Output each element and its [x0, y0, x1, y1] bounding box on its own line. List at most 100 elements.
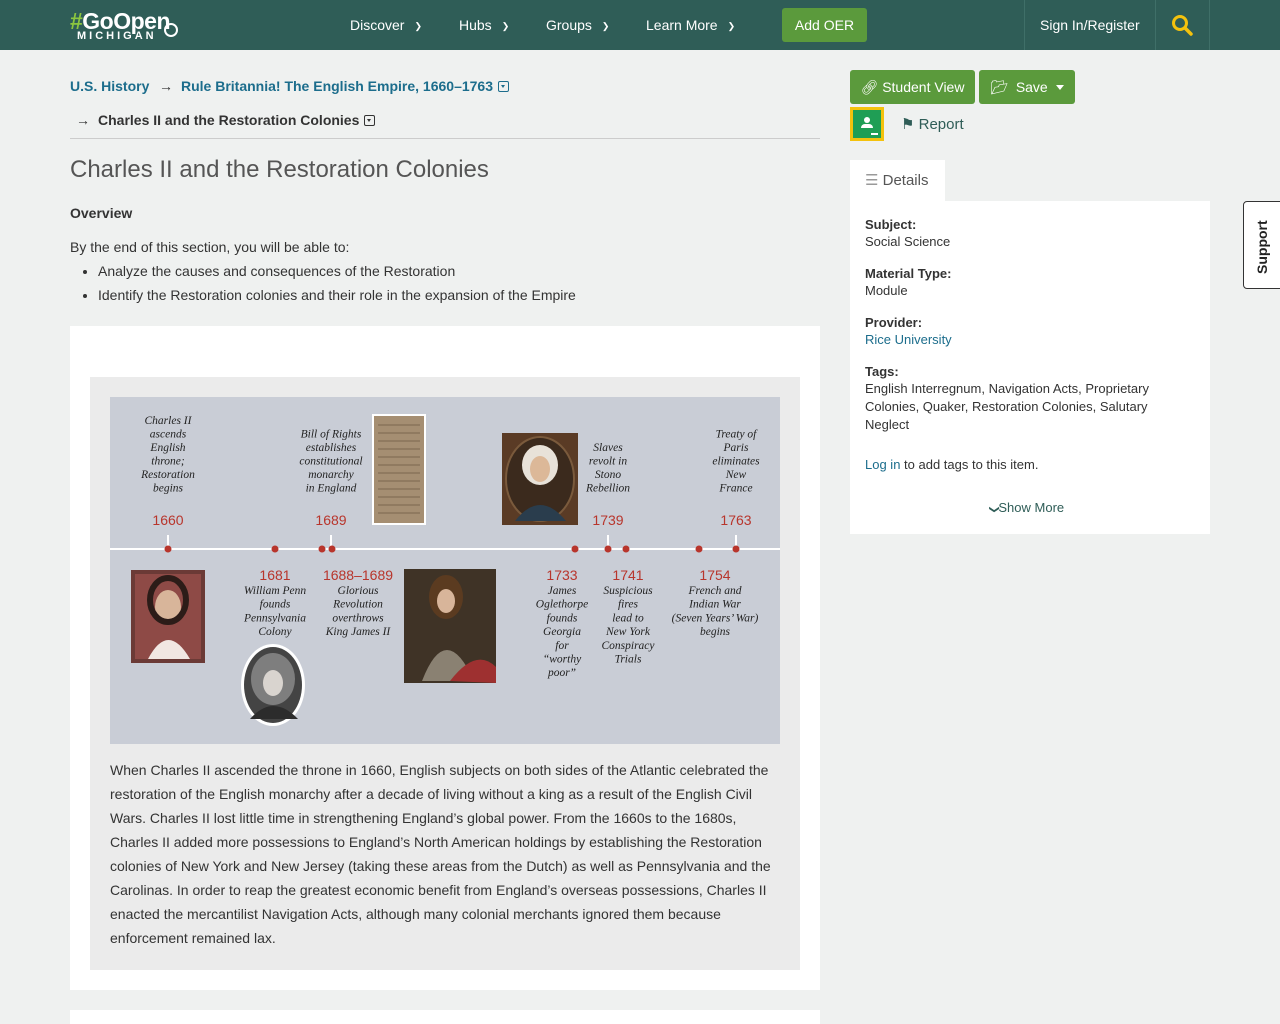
timeline-event-text: English — [149, 442, 185, 454]
nav-groups[interactable]: Groups ❯ — [546, 0, 609, 50]
timeline-event-text: poor” — [547, 667, 576, 679]
timeline-event-text: establishes — [306, 442, 357, 454]
timeline-dot — [328, 545, 336, 553]
timeline-event-text: Charles II — [145, 415, 193, 427]
figure-caption: When Charles II ascended the throne in 1… — [110, 762, 771, 946]
subject-label: Subject: — [865, 217, 917, 232]
material-type-label: Material Type: — [865, 266, 952, 281]
nav-divider — [1155, 0, 1156, 50]
provider-link[interactable]: Rice University — [865, 331, 1165, 349]
timeline-event-text: constitutional — [299, 456, 362, 468]
nav-learn-more[interactable]: Learn More ❯ — [646, 0, 735, 50]
timeline-event-text: Rebellion — [585, 483, 630, 495]
document-bill-of-rights-image — [372, 414, 426, 525]
support-tab[interactable]: Support — [1243, 201, 1280, 289]
student-view-button[interactable]: 🔗︎ Student View — [850, 70, 975, 104]
timeline-event-text: ascends — [150, 429, 187, 441]
tab-details[interactable]: ☰ Details — [850, 160, 945, 201]
nav-hubs[interactable]: Hubs ❯ — [459, 0, 509, 50]
chevron-down-icon: ❯ — [414, 21, 423, 31]
intro-text: By the end of this section, you will be … — [70, 239, 350, 255]
timeline-event-text: Glorious — [338, 585, 379, 597]
show-more-button[interactable]: ❯Show More — [988, 500, 1064, 515]
timeline-event-text: “worthy — [543, 654, 582, 666]
dropdown-toggle-icon[interactable] — [498, 81, 509, 92]
timeline-event-text: Georgia — [543, 626, 581, 638]
timeline-event-text: New — [725, 469, 747, 481]
login-to-tag: Log in to add tags to this item. — [865, 457, 1039, 472]
logo-ring-icon — [164, 23, 178, 37]
flag-icon: ⚑ — [901, 116, 915, 133]
timeline-event-text: New York — [605, 626, 651, 638]
timeline-event-text: Indian War — [688, 599, 741, 611]
breadcrumb-us-history[interactable]: U.S. History — [70, 78, 149, 94]
logo-subtitle: MICHIGAN — [77, 30, 157, 42]
save-button[interactable]: 📂︎ Save — [979, 70, 1075, 104]
timeline-event-text: Slaves — [593, 442, 623, 454]
timeline-dot — [318, 545, 326, 553]
timeline-year-label: 1741 — [612, 567, 643, 583]
provider-label: Provider: — [865, 315, 923, 330]
tags-value: English Interregnum, Navigation Acts, Pr… — [865, 381, 1149, 432]
portrait-james-ii-image — [404, 569, 496, 683]
portrait-oglethorpe-image — [502, 433, 578, 525]
timeline-event-text: Revolution — [332, 599, 383, 611]
timeline-event-text: throne; — [151, 456, 185, 468]
link-icon: 🔗︎ — [860, 79, 879, 95]
timeline-event-text: founds — [547, 612, 578, 624]
timeline-year-label: 1739 — [592, 512, 623, 528]
report-link[interactable]: ⚑ Report — [901, 115, 964, 133]
timeline-event-text: lead to — [612, 612, 644, 624]
nav-divider — [1024, 0, 1025, 50]
sign-in-register-link[interactable]: Sign In/Register — [1040, 0, 1140, 50]
timeline-figure: Charles II ascendsEnglish throne;Restorati… — [110, 397, 780, 744]
goopen-michigan-logo[interactable]: #GoOpen MICHIGAN — [70, 8, 180, 44]
timeline-event-text: Oglethorpe — [536, 599, 588, 611]
list-item: Analyze the causes and consequences of t… — [98, 263, 576, 287]
search-icon[interactable] — [1170, 13, 1194, 37]
breadcrumb-rule-britannia[interactable]: Rule Britannia! The English Empire, 1660… — [181, 78, 509, 94]
timeline-year-label: 1688–1689 — [323, 567, 393, 583]
timeline-dot — [164, 545, 172, 553]
timeline-event-text: Treaty of — [716, 429, 759, 441]
breadcrumb-current[interactable]: Charles II and the Restoration Colonies — [98, 112, 376, 128]
timeline-event-text: for — [555, 640, 569, 652]
portrait-william-penn-image — [241, 644, 305, 726]
folder-open-icon: 📂︎ — [990, 79, 1009, 95]
nav-discover[interactable]: Discover ❯ — [350, 0, 422, 50]
timeline-dot — [622, 545, 630, 553]
timeline-event-text: William Penn — [244, 585, 307, 597]
google-classroom-share-icon[interactable] — [850, 107, 884, 141]
timeline-event-text: French and — [688, 585, 742, 597]
dropdown-toggle-icon[interactable] — [364, 115, 376, 126]
breadcrumb-arrow: → — [76, 112, 90, 128]
subject-value: Social Science — [865, 234, 951, 249]
caret-down-icon — [1055, 85, 1064, 90]
timeline-event-text: Pennsylvania — [243, 612, 306, 624]
add-oer-button[interactable]: Add OER — [782, 8, 867, 42]
timeline-event-text: France — [718, 483, 752, 495]
timeline-event-text: fires — [618, 599, 639, 611]
timeline-year-label: 1754 — [699, 567, 730, 583]
login-link[interactable]: Log in — [865, 457, 900, 472]
timeline-event-text: founds — [260, 599, 291, 611]
chevron-down-icon: ❯ — [601, 21, 610, 31]
timeline-year-label: 1689 — [315, 512, 346, 528]
learning-objectives: Analyze the causes and consequences of t… — [98, 263, 576, 311]
timeline-dot — [271, 545, 279, 553]
nav-divider — [1209, 0, 1210, 50]
content-card — [70, 1010, 820, 1024]
material-type-value: Module — [865, 283, 908, 298]
breadcrumb-divider — [70, 138, 820, 139]
timeline-dot — [604, 545, 612, 553]
timeline-event-text: James — [548, 585, 577, 597]
chevron-down-icon: ❯ — [501, 21, 510, 31]
timeline-dot — [695, 545, 703, 553]
timeline-dot — [571, 545, 579, 553]
timeline-event-text: Restoration — [140, 469, 195, 481]
timeline-event-text: begins — [153, 483, 184, 495]
chevron-down-icon: ❯ — [988, 505, 1000, 514]
timeline-event-text: eliminates — [712, 456, 760, 468]
timeline-event-text: Colony — [258, 626, 292, 638]
timeline-event-text: in England — [306, 483, 357, 495]
